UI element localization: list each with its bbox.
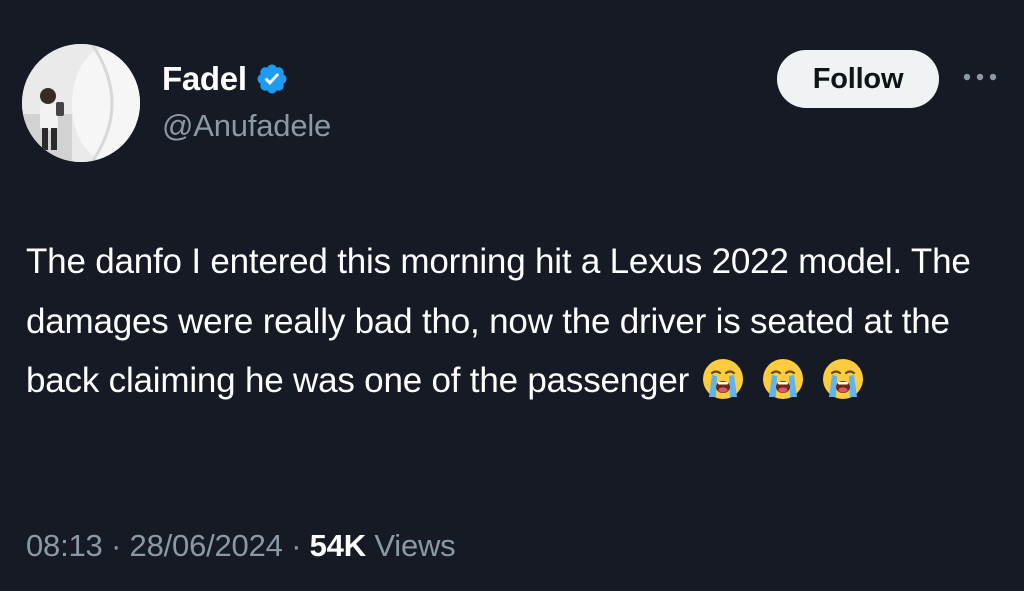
user-handle[interactable]: @Anufadele <box>162 108 331 144</box>
display-name[interactable]: Fadel <box>162 60 247 98</box>
verified-badge-icon <box>257 64 287 94</box>
tweet-date[interactable]: 28/06/2024 <box>130 528 283 563</box>
meta-separator: · <box>102 528 130 563</box>
more-horizontal-icon <box>963 73 997 81</box>
emoji-group <box>701 357 865 401</box>
loudly-crying-face-icon <box>823 358 864 399</box>
display-name-row: Fadel <box>162 56 289 102</box>
tweet-text: The danfo I entered this morning hit a L… <box>26 232 1001 411</box>
follow-button[interactable]: Follow <box>777 50 939 108</box>
loudly-crying-face-icon <box>763 358 804 399</box>
more-options-button[interactable] <box>958 62 1002 92</box>
tweet-card: Fadel @Anufadele Follow The danfo I ente… <box>0 0 1024 591</box>
loudly-crying-face-icon <box>703 358 744 399</box>
avatar-photo <box>22 44 140 162</box>
views-label: Views <box>365 528 456 563</box>
tweet-time[interactable]: 08:13 <box>26 528 103 563</box>
meta-separator: · <box>282 528 310 563</box>
tweet-meta: 08:13 · 28/06/2024 · 54K Views <box>26 528 456 564</box>
avatar[interactable] <box>22 44 140 162</box>
views-count[interactable]: 54K <box>310 528 366 563</box>
